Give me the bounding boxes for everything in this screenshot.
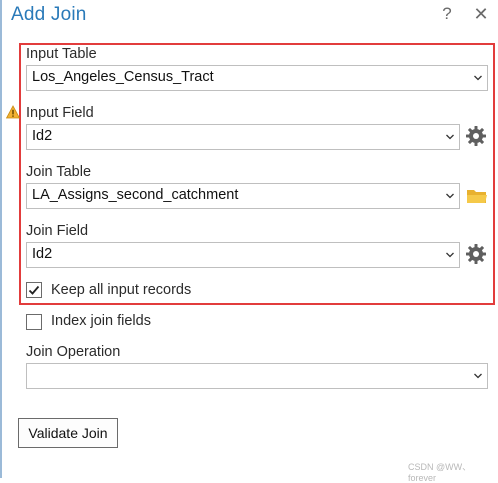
warning-icon (6, 105, 20, 119)
close-button[interactable]: ✕ (472, 4, 490, 26)
join-table-value: LA_Assigns_second_catchment (32, 187, 239, 203)
keep-all-checkbox[interactable] (26, 282, 42, 298)
join-field-dropdown[interactable]: Id2 (26, 242, 460, 268)
add-join-pane: Add Join ? ✕ Input Table Los_Angeles_Cen… (0, 0, 498, 483)
gear-icon[interactable] (465, 125, 487, 147)
chevron-down-icon (474, 373, 482, 379)
keep-all-label: Keep all input records (51, 282, 192, 298)
input-table-label: Input Table (26, 46, 97, 62)
join-field-label: Join Field (26, 223, 89, 239)
input-field-value: Id2 (32, 128, 53, 144)
chevron-down-icon (446, 193, 454, 199)
index-join-checkbox[interactable] (26, 314, 42, 330)
input-table-dropdown[interactable]: Los_Angeles_Census_Tract (26, 65, 488, 91)
checkmark-icon (28, 285, 40, 295)
join-operation-dropdown[interactable] (26, 363, 488, 389)
chevron-down-icon (446, 252, 454, 258)
folder-icon[interactable] (466, 187, 488, 205)
join-table-dropdown[interactable]: LA_Assigns_second_catchment (26, 183, 460, 209)
chevron-down-icon (446, 134, 454, 140)
validate-join-button[interactable]: Validate Join (18, 418, 118, 448)
index-join-label: Index join fields (51, 313, 151, 329)
join-table-label: Join Table (26, 164, 92, 180)
watermark: CSDN @WW、forever (408, 462, 472, 483)
input-field-label: Input Field (26, 105, 94, 121)
join-field-value: Id2 (32, 246, 53, 262)
join-operation-label: Join Operation (26, 344, 121, 360)
gear-icon[interactable] (465, 243, 487, 265)
pane-title: Add Join (11, 4, 87, 25)
help-button[interactable]: ? (438, 4, 456, 26)
input-table-value: Los_Angeles_Census_Tract (32, 69, 214, 85)
input-field-dropdown[interactable]: Id2 (26, 124, 460, 150)
chevron-down-icon (474, 75, 482, 81)
